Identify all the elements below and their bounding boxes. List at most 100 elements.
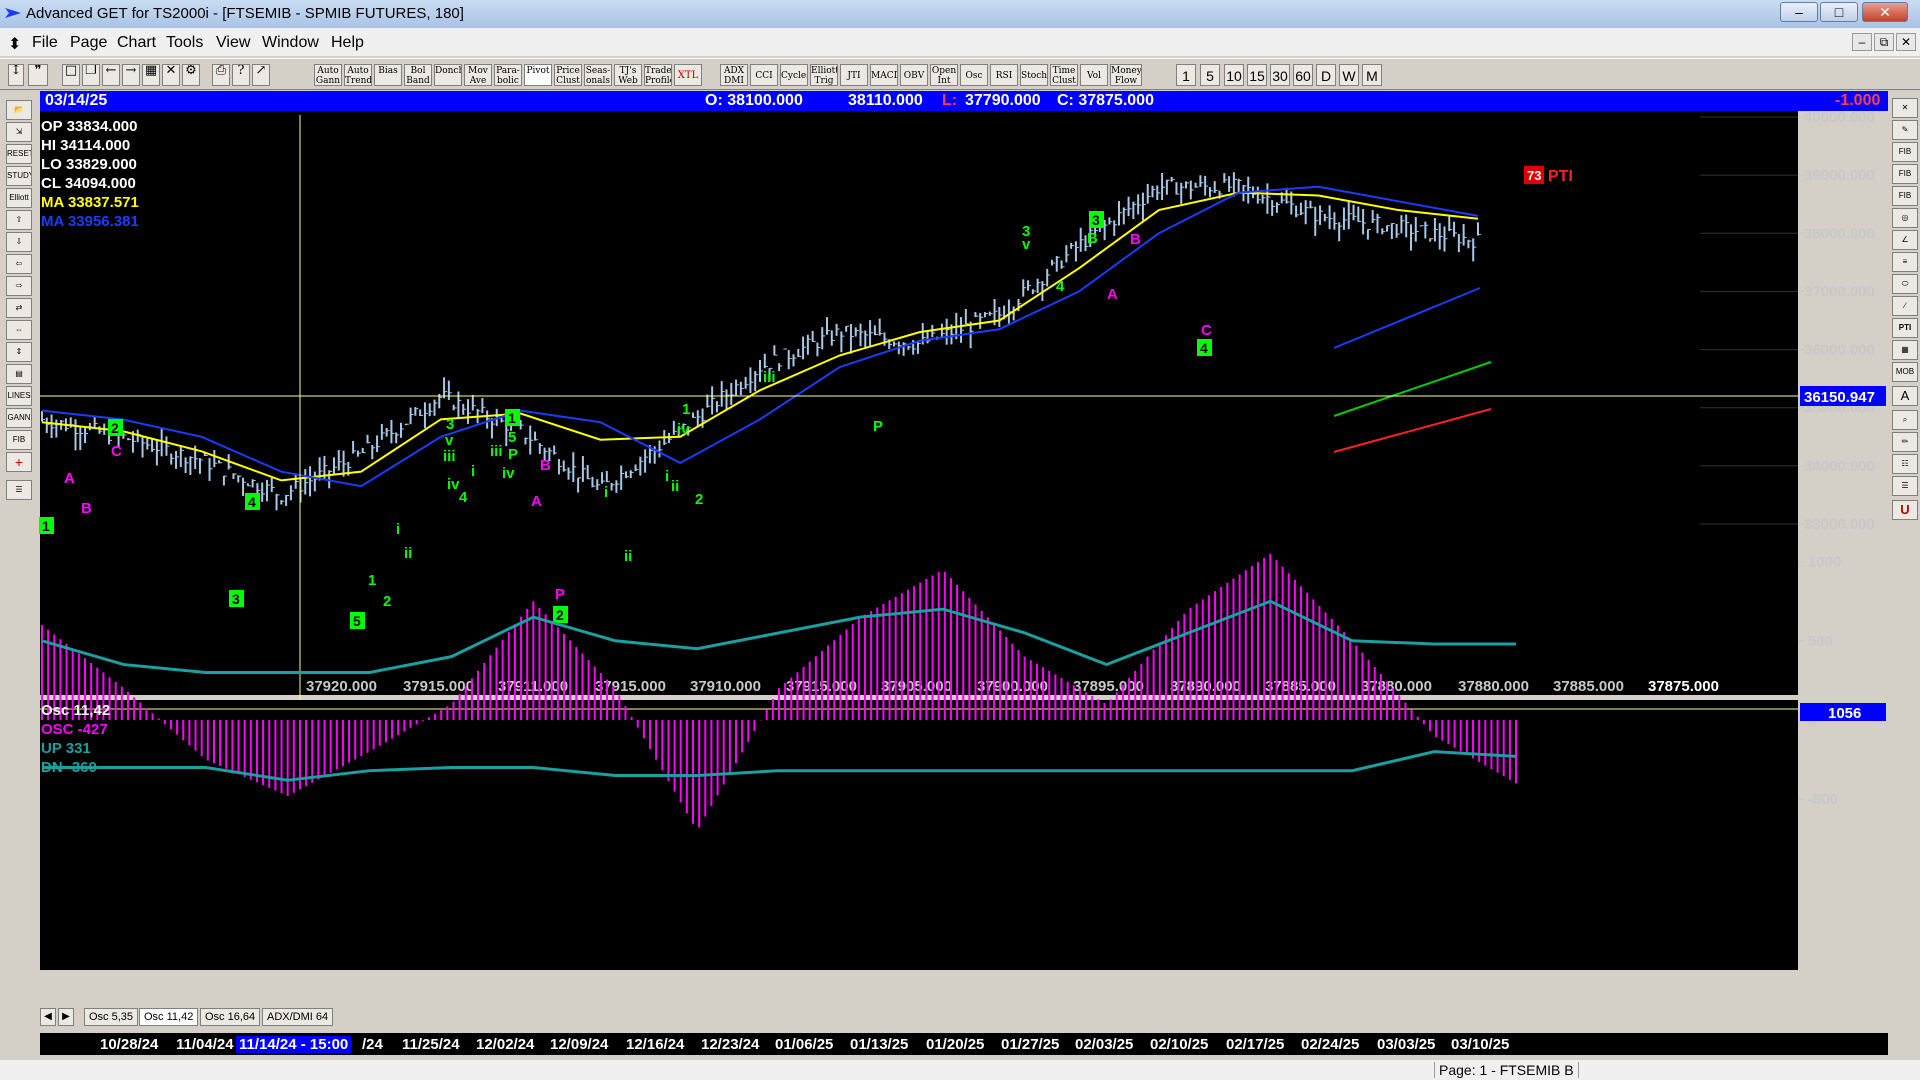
reset-icon[interactable]: RESET: [6, 144, 32, 164]
forward-icon[interactable]: →: [122, 64, 140, 86]
study-button[interactable]: Auto Trend: [344, 64, 372, 86]
help-icon[interactable]: ?: [232, 64, 250, 86]
undo-icon[interactable]: U: [1892, 500, 1918, 520]
interval-button[interactable]: W: [1339, 64, 1359, 86]
menu-window[interactable]: Window: [262, 34, 319, 52]
trend-icon[interactable]: ∕: [1892, 296, 1918, 316]
interval-button[interactable]: 5: [1200, 64, 1220, 86]
mdi-restore-button[interactable]: ⧉: [1874, 33, 1894, 51]
layers-icon[interactable]: ☰: [1892, 476, 1918, 496]
study-button[interactable]: Bol Band: [404, 64, 432, 86]
copy-icon[interactable]: ❐: [82, 64, 100, 86]
arrow-right-icon[interactable]: ⇨: [6, 276, 32, 296]
new-page-icon[interactable]: □: [62, 64, 80, 86]
menu-page[interactable]: Page: [70, 34, 107, 52]
interval-button[interactable]: 1: [1176, 64, 1196, 86]
interval-button[interactable]: 60: [1293, 64, 1313, 86]
study-button[interactable]: Donch: [434, 64, 462, 86]
study-button[interactable]: Pivot: [524, 64, 552, 86]
tab-scroll-left-icon[interactable]: ◀: [40, 1008, 56, 1026]
mdi-close-button[interactable]: ✕: [1896, 33, 1916, 51]
table-icon[interactable]: ▤: [6, 364, 32, 384]
menu-view[interactable]: View: [216, 34, 250, 52]
menu-file[interactable]: File: [32, 34, 58, 52]
elliott-icon[interactable]: Elliott: [6, 188, 32, 208]
mdi-minimize-button[interactable]: –: [1852, 33, 1872, 51]
channel-icon[interactable]: ≡: [1892, 252, 1918, 272]
study-button[interactable]: OBV: [900, 64, 928, 86]
interval-button[interactable]: 15: [1247, 64, 1267, 86]
study-button[interactable]: MACD: [870, 64, 898, 86]
study-button[interactable]: TJ's Web: [614, 64, 642, 86]
price-panel[interactable]: [40, 111, 1798, 695]
grid-tool-icon[interactable]: ▦: [1892, 340, 1918, 360]
fib-icon[interactable]: FIB: [6, 430, 32, 450]
study-button[interactable]: Open Int: [930, 64, 958, 86]
chart-window-icon[interactable]: ⬍: [8, 34, 21, 54]
tab-osc-11-42[interactable]: Osc 11,42: [139, 1008, 199, 1026]
cursor-icon[interactable]: ↕: [8, 64, 24, 86]
config-icon[interactable]: ⚙: [182, 64, 200, 86]
arrow-down-icon[interactable]: ⇩: [6, 232, 32, 252]
study-button[interactable]: Auto Gann: [314, 64, 342, 86]
back-icon[interactable]: ←: [102, 64, 120, 86]
pen-icon[interactable]: ✎: [1892, 120, 1918, 140]
chart-canvas[interactable]: 40000.000 39000.000 38000.000 37000.000 3600…: [38, 111, 1888, 1006]
maximize-button[interactable]: □: [1820, 2, 1858, 22]
delete-icon[interactable]: ✕: [162, 64, 180, 86]
study-button[interactable]: Trade Profile: [644, 64, 672, 86]
magnify-icon[interactable]: ⌕: [1892, 410, 1918, 430]
options-icon[interactable]: ☰: [6, 480, 32, 500]
fib-ret-icon[interactable]: FIB: [1892, 142, 1918, 162]
arrow-up-icon[interactable]: ⇧: [6, 210, 32, 230]
menu-chart[interactable]: Chart: [117, 34, 156, 52]
fib-circle-icon[interactable]: ◎: [1892, 208, 1918, 228]
study-button[interactable]: Cycles: [780, 64, 808, 86]
gann-icon[interactable]: GANN: [6, 408, 32, 428]
interval-button[interactable]: D: [1316, 64, 1336, 86]
study-icon[interactable]: STUDY: [6, 166, 32, 186]
tab-scroll-right-icon[interactable]: ▶: [58, 1008, 74, 1026]
interval-button[interactable]: 30: [1270, 64, 1290, 86]
study-button[interactable]: Stoch: [1020, 64, 1048, 86]
pti-icon[interactable]: PTI: [1892, 318, 1918, 338]
tab-adx-dmi-64[interactable]: ADX/DMI 64: [262, 1008, 334, 1026]
expand-icon[interactable]: ⇔: [6, 320, 32, 340]
arrow-left-icon[interactable]: ⇦: [6, 254, 32, 274]
close-button[interactable]: ✕: [1862, 2, 1908, 22]
study-button[interactable]: XTL: [674, 64, 702, 86]
study-button[interactable]: RSI: [990, 64, 1018, 86]
minimize-button[interactable]: –: [1780, 2, 1818, 22]
study-button[interactable]: Bias: [374, 64, 402, 86]
ellipse-icon[interactable]: ⬭: [1892, 274, 1918, 294]
fib-time-icon[interactable]: FIB: [1892, 186, 1918, 206]
grid-icon[interactable]: ▦: [142, 64, 160, 86]
study-button[interactable]: JTI: [840, 64, 868, 86]
lines-icon[interactable]: LINES: [6, 386, 32, 406]
open-icon[interactable]: 📂: [6, 100, 32, 120]
menu-help[interactable]: Help: [331, 34, 364, 52]
chart-settings-icon[interactable]: ☷: [1892, 454, 1918, 474]
study-button[interactable]: Mov Ave: [464, 64, 492, 86]
study-button[interactable]: CCI: [750, 64, 778, 86]
text-tool-icon[interactable]: A: [1892, 386, 1918, 406]
zoom-icon[interactable]: ⇲: [6, 122, 32, 142]
crosshair-icon[interactable]: +: [6, 452, 32, 472]
interval-button[interactable]: M: [1362, 64, 1382, 86]
compress-icon[interactable]: ⇄: [6, 298, 32, 318]
study-button[interactable]: Osc: [960, 64, 988, 86]
fan-icon[interactable]: ∠: [1892, 230, 1918, 250]
tab-osc-5-35[interactable]: Osc 5,35: [84, 1008, 139, 1026]
study-button[interactable]: Time Clust: [1050, 64, 1078, 86]
oscillator-panel[interactable]: [40, 700, 1798, 970]
interval-button[interactable]: 10: [1224, 64, 1244, 86]
study-button[interactable]: Elliott Trig: [810, 64, 838, 86]
study-button[interactable]: Money Flow: [1110, 64, 1142, 86]
context-help-icon[interactable]: ↗: [252, 64, 270, 86]
tab-osc-16-64[interactable]: Osc 16,64: [200, 1008, 261, 1026]
scale-icon[interactable]: ⇕: [6, 342, 32, 362]
study-button[interactable]: Seas-onals: [584, 64, 612, 86]
fib-ext-icon[interactable]: FIB: [1892, 164, 1918, 184]
close-study-icon[interactable]: ✕: [1892, 98, 1918, 118]
print-icon[interactable]: ⎙: [212, 64, 230, 86]
